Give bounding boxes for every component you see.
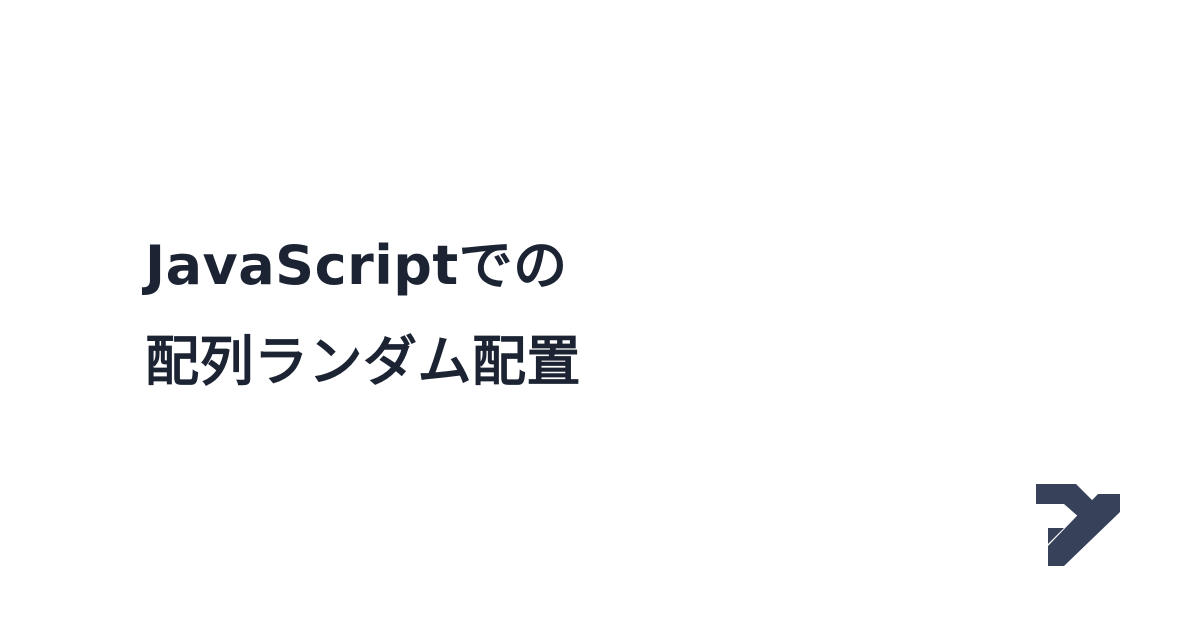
title-line-1: JavaScriptでの [145,234,568,297]
og-card: JavaScriptでの 配列ランダム配置 [0,0,1200,630]
title-line-2: 配列ランダム配置 [145,330,581,393]
article-title: JavaScriptでの 配列ランダム配置 [145,218,581,410]
y-monogram-icon [1036,484,1120,566]
